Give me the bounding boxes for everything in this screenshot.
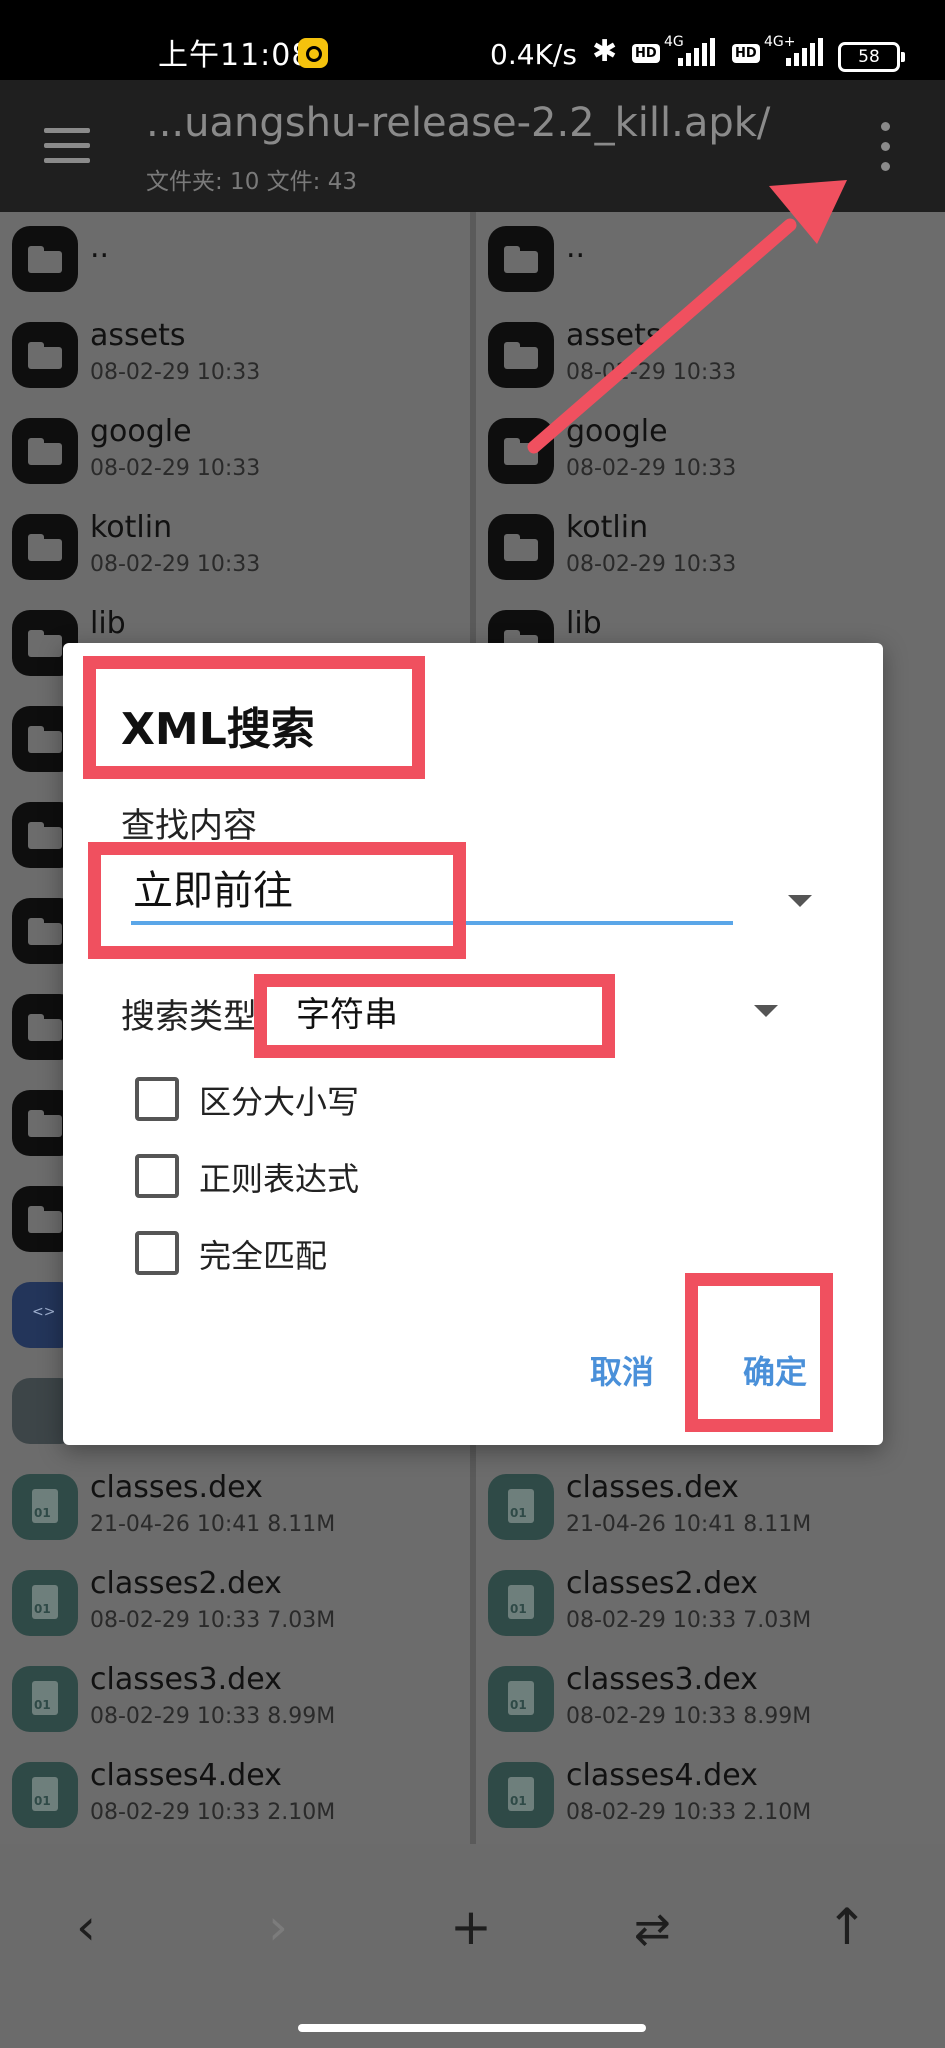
annotation-arrow [527, 180, 847, 454]
